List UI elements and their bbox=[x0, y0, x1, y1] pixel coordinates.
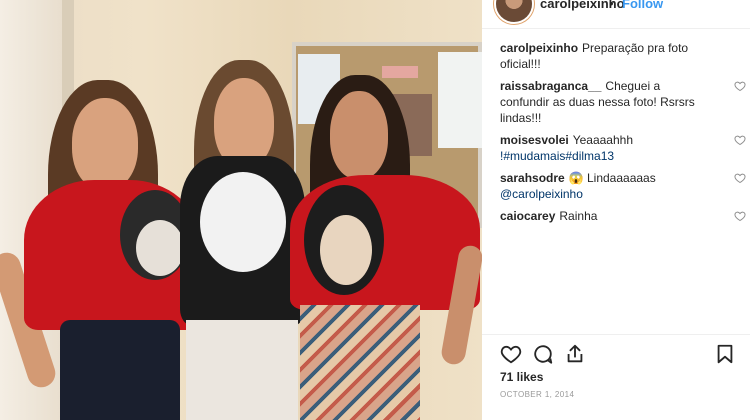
comment-text: 😱 Lindaaaaaas bbox=[568, 171, 656, 185]
comment-text: Rainha bbox=[559, 209, 598, 223]
header-separator: • bbox=[609, 0, 614, 11]
comment-username[interactable]: raissabraganca__ bbox=[500, 79, 601, 93]
post-date: OCTOBER 1, 2014 bbox=[500, 390, 575, 399]
comment-like-icon[interactable] bbox=[734, 172, 746, 184]
person-left bbox=[0, 80, 200, 420]
avatar[interactable] bbox=[496, 0, 532, 22]
comment-like-icon[interactable] bbox=[734, 134, 746, 146]
bookmark-icon[interactable] bbox=[714, 343, 736, 365]
comment-username[interactable]: caiocarey bbox=[500, 209, 555, 223]
comment-text: Yeaaaahhh bbox=[572, 133, 633, 147]
comment-icon[interactable] bbox=[532, 343, 554, 365]
comment-like-icon[interactable] bbox=[734, 80, 746, 92]
comment-item: raissabraganca__ Cheguei a confundir as d… bbox=[500, 78, 746, 126]
comment-item: moisesvolei Yeaaaahhh !#mudamais#dilma13 bbox=[500, 132, 746, 164]
person-right bbox=[290, 75, 482, 420]
share-icon[interactable] bbox=[564, 343, 586, 365]
divider bbox=[482, 334, 750, 335]
comment-list: carolpeixinho Preparação pra foto oficial… bbox=[500, 40, 746, 230]
comment-mention[interactable]: @carolpeixinho bbox=[500, 187, 583, 201]
comment-hashtag[interactable]: !#mudamais#dilma13 bbox=[500, 149, 614, 163]
comment-username[interactable]: moisesvolei bbox=[500, 133, 569, 147]
comment-item: sarahsodre 😱 Lindaaaaaas @carolpeixinho bbox=[500, 170, 746, 202]
post-header: carolpeixinho • Follow bbox=[482, 0, 750, 29]
heart-icon[interactable] bbox=[500, 343, 522, 365]
post-sidebar: carolpeixinho • Follow carolpeixinho Prep… bbox=[482, 0, 750, 420]
caption: carolpeixinho Preparação pra foto oficial… bbox=[500, 40, 736, 72]
post-photo[interactable] bbox=[0, 0, 482, 420]
person-middle bbox=[180, 60, 305, 420]
follow-button[interactable]: Follow bbox=[622, 0, 663, 11]
comment-item: caiocarey Rainha bbox=[500, 208, 746, 224]
like-count[interactable]: 71 likes bbox=[500, 370, 543, 384]
comment-username[interactable]: sarahsodre bbox=[500, 171, 565, 185]
post-actions bbox=[500, 343, 740, 367]
comment-like-icon[interactable] bbox=[734, 210, 746, 222]
comment-username[interactable]: carolpeixinho bbox=[500, 41, 578, 55]
